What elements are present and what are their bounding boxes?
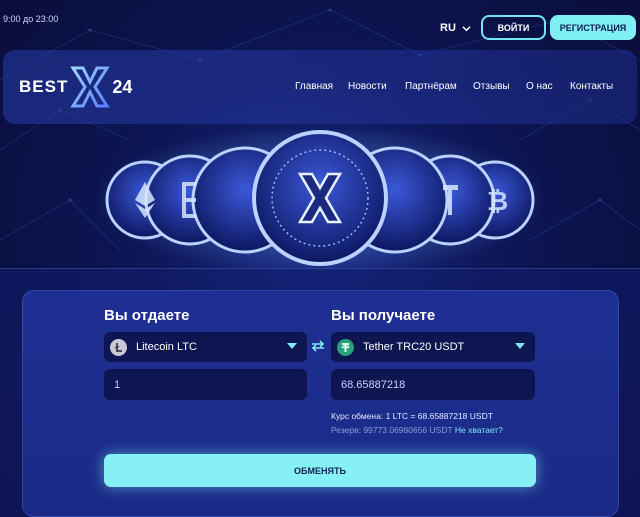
nav-item-news[interactable]: Новости bbox=[348, 81, 387, 92]
coins-banner-image: ₿ bbox=[100, 130, 540, 270]
swap-arrows-icon[interactable] bbox=[311, 340, 325, 352]
logo[interactable]: BEST 24 bbox=[19, 58, 132, 116]
get-amount-input[interactable]: 68.65887218 bbox=[331, 369, 535, 400]
language-selector[interactable]: RU bbox=[440, 22, 471, 34]
give-amount-input[interactable]: 1 bbox=[104, 369, 307, 400]
tether-icon bbox=[337, 338, 354, 356]
give-currency-label: Litecoin LTC bbox=[136, 341, 197, 353]
main-navbar: BEST 24 Главная Новости Партнёрам Отзывы… bbox=[3, 50, 637, 124]
exchange-submit-button[interactable]: ОБМЕНЯТЬ bbox=[104, 454, 536, 487]
give-currency-select[interactable]: Litecoin LTC bbox=[104, 332, 307, 362]
get-currency-select[interactable]: Tether TRC20 USDT bbox=[331, 332, 535, 362]
logo-best-text: BEST bbox=[19, 77, 69, 96]
language-label: RU bbox=[440, 22, 456, 34]
reserve-amount: Резерв: 99773.06980656 USDT bbox=[331, 425, 453, 435]
not-enough-link[interactable]: Не хватает? bbox=[455, 425, 503, 435]
logo-x-icon bbox=[70, 66, 111, 108]
get-title: Вы получаете bbox=[331, 307, 436, 324]
nav-item-about[interactable]: О нас bbox=[526, 81, 553, 92]
get-currency-label: Tether TRC20 USDT bbox=[363, 341, 465, 353]
svg-text:₿: ₿ bbox=[487, 187, 508, 217]
exchange-rate: Курс обмена: 1 LTC = 68.65887218 USDT bbox=[331, 411, 493, 421]
nav-item-reviews[interactable]: Отзывы bbox=[473, 81, 510, 92]
working-hours: 9:00 до 23:00 bbox=[3, 14, 59, 24]
login-button[interactable]: ВОЙТИ bbox=[481, 15, 546, 40]
chevron-down-icon bbox=[515, 343, 525, 349]
nav-item-home[interactable]: Главная bbox=[295, 81, 333, 92]
nav-item-partners[interactable]: Партнёрам bbox=[405, 81, 457, 92]
logo-number-text: 24 bbox=[112, 76, 133, 97]
chevron-down-icon bbox=[462, 25, 471, 31]
register-button[interactable]: РЕГИСТРАЦИЯ bbox=[550, 15, 636, 40]
top-bar: 9:00 до 23:00 RU ВОЙТИ РЕГИСТРАЦИЯ bbox=[0, 0, 640, 50]
chevron-down-icon bbox=[287, 343, 297, 349]
litecoin-icon bbox=[110, 338, 127, 356]
reserve-info: Резерв: 99773.06980656 USDT Не хватает? bbox=[331, 425, 503, 435]
nav-item-contacts[interactable]: Контакты bbox=[570, 81, 613, 92]
give-title: Вы отдаете bbox=[104, 307, 190, 324]
